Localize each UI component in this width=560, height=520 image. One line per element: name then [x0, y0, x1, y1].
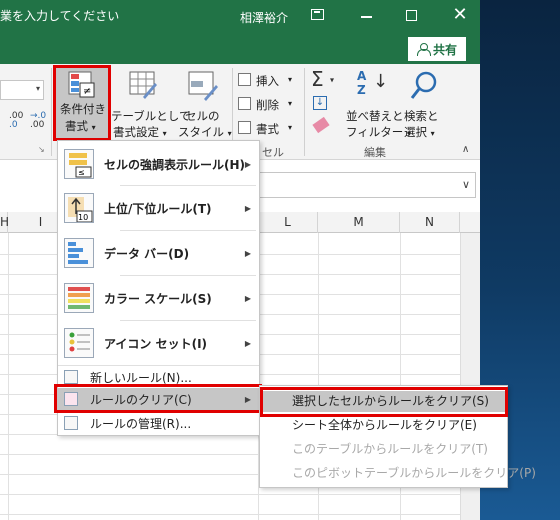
cells-group-label: セル: [262, 146, 284, 159]
submenu-arrow-icon: ▶: [244, 293, 251, 303]
group-separator: [304, 68, 305, 156]
clear-entire-sheet-rules-item[interactable]: シート全体からルールをクリア(E): [260, 415, 507, 436]
find-select-button[interactable]: 検索と 選択 ▾: [404, 67, 444, 139]
column-header[interactable]: L: [258, 212, 318, 233]
highlight-cells-rules-item[interactable]: ≤ セルの強調表示ルール(H) ▶: [58, 144, 259, 184]
new-rule-icon: [64, 370, 78, 384]
tell-me-input[interactable]: 業を入力してください: [0, 7, 119, 24]
format-cells-button[interactable]: 書式 ▾: [236, 120, 300, 138]
number-format-select[interactable]: ▾: [0, 80, 44, 100]
autosum-icon[interactable]: Σ ▾: [311, 69, 341, 89]
format-as-table-button[interactable]: テーブルとして 書式設定 ▾: [111, 67, 190, 139]
column-header[interactable]: M: [318, 212, 400, 233]
new-rule-item[interactable]: 新しいルール(N)...: [58, 367, 259, 387]
user-name: 相澤裕介: [240, 11, 289, 25]
clear-selected-cells-rules-item[interactable]: 選択したセルからルールをクリア(S): [260, 391, 507, 412]
insert-cells-button[interactable]: 挿入 ▾: [236, 72, 300, 90]
fill-icon[interactable]: ↓: [313, 96, 327, 110]
group-separator: [51, 68, 52, 156]
icon-sets-icon: [64, 328, 94, 358]
cell-styles-button[interactable]: セルの スタイル ▾: [178, 67, 232, 139]
format-icon: [238, 121, 251, 134]
highlight-cells-icon: ≤: [64, 149, 94, 179]
minimize-icon[interactable]: [361, 16, 372, 18]
close-icon[interactable]: ✕: [450, 5, 470, 25]
submenu-arrow-icon: ▶: [244, 203, 251, 213]
share-button[interactable]: 共有: [408, 37, 466, 61]
color-scales-icon: [64, 283, 94, 313]
decrease-decimal-icon[interactable]: →.0 .00: [30, 112, 46, 130]
menu-separator: [58, 365, 259, 366]
svg-text:≠: ≠: [83, 86, 91, 97]
person-icon: [416, 43, 431, 56]
collapse-ribbon-icon[interactable]: ∧: [462, 144, 469, 155]
clear-rules-submenu: 選択したセルからルールをクリア(S) シート全体からルールをクリア(E) このテ…: [259, 385, 536, 488]
clear-pivottable-rules-item: このピボットテーブルからルールをクリア(P): [292, 466, 536, 480]
column-header[interactable]: H: [0, 212, 9, 233]
data-bars-icon: [64, 238, 94, 268]
top-bottom-rules-item[interactable]: 10 上位/下位ルール(T) ▶: [58, 187, 259, 229]
editing-group-label: 編集: [364, 146, 386, 159]
increase-decimal-icon[interactable]: .00 .0: [9, 112, 23, 130]
delete-icon: [238, 97, 251, 110]
submenu-arrow-icon: ▶: [244, 248, 251, 258]
menu-separator: [120, 185, 256, 186]
icon-sets-item[interactable]: アイコン セット(I) ▶: [58, 322, 259, 364]
grid-line: [8, 233, 9, 520]
insert-icon: [238, 73, 251, 86]
sort-filter-button[interactable]: 並べ替えと フィルター ▾: [344, 67, 411, 139]
clear-rules-item[interactable]: ルールのクリア(C) ▶: [58, 388, 259, 411]
clear-rules-icon: [64, 392, 78, 406]
clear-table-rules-item: このテーブルからルールをクリア(T): [292, 442, 488, 456]
ribbon-display-options-icon[interactable]: [311, 9, 324, 20]
delete-cells-button[interactable]: 削除 ▾: [236, 96, 300, 114]
maximize-icon[interactable]: [406, 10, 417, 21]
menu-separator: [120, 230, 256, 231]
conditional-formatting-menu: ≤ セルの強調表示ルール(H) ▶ 10 上位/下位ルール(T) ▶ データ バ…: [57, 140, 260, 436]
column-header[interactable]: N: [400, 212, 460, 233]
conditional-formatting-icon: ≠: [68, 71, 95, 98]
manage-rules-icon: [64, 416, 78, 430]
submenu-arrow-icon: ▶: [244, 159, 251, 169]
submenu-arrow-icon: ▶: [244, 395, 251, 404]
svg-text:≤: ≤: [78, 168, 85, 177]
menu-separator: [120, 275, 256, 276]
number-dialog-launcher-icon[interactable]: ↘: [38, 145, 45, 154]
manage-rules-item[interactable]: ルールの管理(R)...: [58, 413, 259, 433]
table-icon: [129, 71, 157, 99]
submenu-arrow-icon: ▶: [244, 338, 251, 348]
conditional-formatting-button[interactable]: ≠ 条件付き 書式 ▾: [55, 67, 109, 139]
top-bottom-icon: 10: [64, 193, 94, 223]
expand-formula-bar-icon[interactable]: ∨: [462, 178, 470, 191]
data-bars-item[interactable]: データ バー(D) ▶: [58, 232, 259, 274]
svg-text:10: 10: [78, 213, 88, 222]
share-label: 共有: [432, 42, 457, 57]
menu-separator: [120, 320, 256, 321]
magnifier-icon: [410, 71, 437, 99]
cell-styles-icon: [188, 71, 218, 101]
color-scales-item[interactable]: カラー スケール(S) ▶: [58, 277, 259, 319]
formula-input[interactable]: [258, 172, 476, 198]
